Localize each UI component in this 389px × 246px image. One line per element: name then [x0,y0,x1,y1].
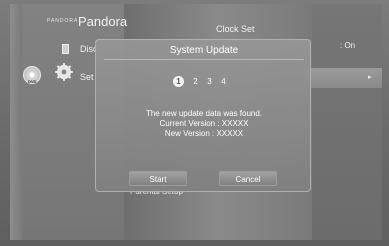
step-2: 2 [193,77,198,86]
dialog-title: System Update [169,45,239,56]
message-line-found: The new update data was found. [145,109,263,118]
dvd-icon-label: DVD [28,79,37,84]
update-message: The new update data was found. Current V… [96,109,312,139]
pandora-brand: PANDORA [47,18,79,24]
new-version: New Version : XXXXX [164,129,244,138]
clock-set-value: : On [340,41,356,50]
cancel-button[interactable]: Cancel [219,171,277,186]
step-3: 3 [207,77,212,86]
chevron-right-icon: ▸ [368,74,372,81]
start-button[interactable]: Start [129,171,187,186]
menu-item-settings[interactable]: Set [80,72,94,82]
clock-set-label[interactable]: Clock Set [216,24,255,34]
step-4: 4 [221,77,226,86]
gear-icon [55,63,73,81]
value-panel [312,4,382,240]
current-version: Current Version : XXXXX [159,119,249,128]
menu-item-pandora[interactable]: Pandora [78,14,127,29]
step-1: 1 [173,76,184,87]
update-step-indicator: 1 2 3 4 [173,76,243,88]
left-strip [10,4,22,240]
disc-icon [62,44,69,54]
dialog-divider [104,59,304,60]
tv-screen: ▸ PANDORA Pandora Disc DVD Set Clock Set… [0,0,389,246]
system-update-dialog: System Update 1 2 3 4 The new update dat… [95,39,311,192]
